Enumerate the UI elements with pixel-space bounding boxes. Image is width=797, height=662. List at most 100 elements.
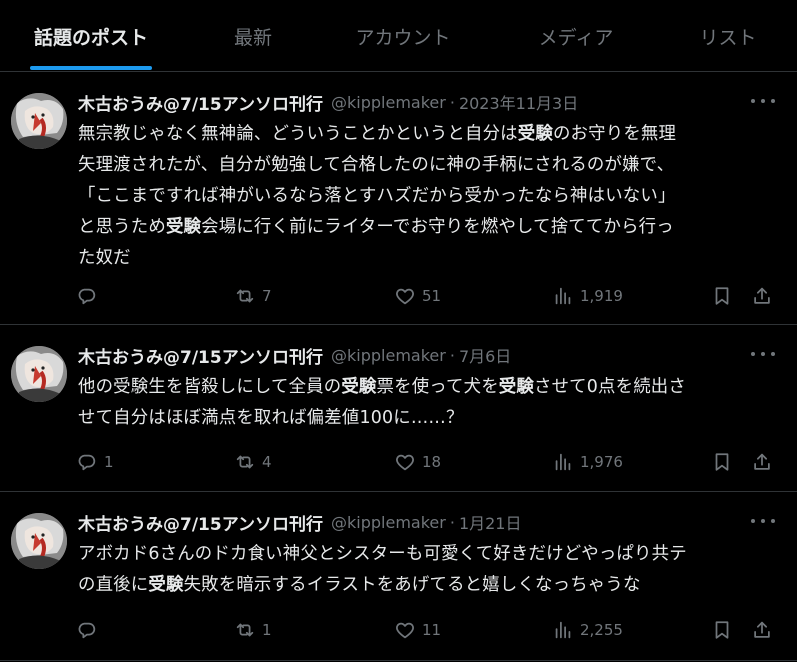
tab-people[interactable]: アカウント <box>340 0 466 72</box>
avatar-illustration <box>11 513 67 569</box>
author-handle[interactable]: @kipplemaker <box>331 513 446 532</box>
post-text: 他の受験生を皆殺しにして全員の受験票を使って犬を受験させて0点を続出さ せて自分は… <box>78 372 782 434</box>
more-icon[interactable] <box>751 91 775 111</box>
post-date[interactable]: 2023年11月3日 <box>459 90 578 114</box>
like-count: 11 <box>422 621 442 639</box>
highlighted-keyword: 受験 <box>165 217 202 237</box>
views-count: 2,255 <box>580 621 623 639</box>
more-icon[interactable] <box>751 511 775 531</box>
highlighted-keyword: 受験 <box>341 377 377 397</box>
separator-dot: · <box>449 512 455 532</box>
author-name[interactable]: 木古おうみ@7/15アンソロ刊行 <box>78 343 323 368</box>
author-handle[interactable]: @kipplemaker <box>331 346 446 365</box>
views-icon <box>555 621 571 639</box>
bookmark-button[interactable] <box>711 615 733 645</box>
post-text-line: と思うため受験会場に行く前にライターでお守りを燃やして捨ててから行っ <box>78 217 674 237</box>
reply-button[interactable]: 1 <box>76 447 114 477</box>
share-button[interactable] <box>751 615 773 645</box>
post-text-line: 他の受験生を皆殺しにして全員の受験票を使って犬を受験させて0点を続出さ <box>78 377 686 397</box>
reply-count: 1 <box>104 453 114 471</box>
views-icon <box>555 287 571 305</box>
author-name[interactable]: 木古おうみ@7/15アンソロ刊行 <box>78 510 323 535</box>
like-button[interactable]: 51 <box>394 281 441 311</box>
heart-icon <box>396 622 414 639</box>
like-button[interactable]: 18 <box>394 447 441 477</box>
views-button[interactable]: 1,919 <box>552 281 623 311</box>
post-text-line: 「ここまですれば神がいるなら落とすハズだから受かったなら神はいない」 <box>78 186 676 206</box>
repost-button[interactable]: 7 <box>234 281 272 311</box>
post-text: 無宗教じゃなく無神論、どういうことかというと自分は受験のお守りを無理 矢理渡された… <box>78 119 782 274</box>
author-name[interactable]: 木古おうみ@7/15アンソロ刊行 <box>78 90 323 115</box>
like-button[interactable]: 11 <box>394 615 441 645</box>
post-card[interactable]: 木古おうみ@7/15アンソロ刊行 @kipplemaker · 2023年11月3日無… <box>0 73 797 325</box>
bookmark-button[interactable] <box>711 281 733 311</box>
repost-icon <box>236 623 254 637</box>
tab-latest[interactable]: 最新 <box>222 0 284 72</box>
views-button[interactable]: 1,976 <box>552 447 623 477</box>
avatar[interactable] <box>11 346 67 402</box>
post-text-line: 矢理渡されたが、自分が勉強して合格したのに神の手柄にされるのが嫌で、 <box>78 155 675 175</box>
repost-count: 1 <box>262 621 272 639</box>
share-button[interactable] <box>751 447 773 477</box>
bookmark-icon <box>715 287 729 305</box>
views-icon <box>555 453 571 471</box>
post-date[interactable]: 1月21日 <box>459 510 522 534</box>
avatar-illustration <box>11 93 67 149</box>
post-text-line: た奴だ <box>78 248 131 268</box>
share-button[interactable] <box>751 281 773 311</box>
post-card[interactable]: 木古おうみ@7/15アンソロ刊行 @kipplemaker · 1月21日アボカド6さ… <box>0 493 797 661</box>
post-text-line: の直後に受験失敗を暗示するイラストをあげてると嬉しくなっちゃうな <box>78 575 641 595</box>
repost-icon <box>236 289 254 303</box>
share-icon <box>754 287 770 304</box>
separator-dot: · <box>449 92 455 112</box>
post-card[interactable]: 木古おうみ@7/15アンソロ刊行 @kipplemaker · 7月6日他の受験生を皆… <box>0 326 797 492</box>
post-actions: 1 11 2,255 <box>76 615 782 645</box>
repost-icon <box>236 455 254 469</box>
share-icon <box>754 621 770 638</box>
share-icon <box>754 453 770 470</box>
post-text-line: アボカド6さんのドカ食い神父とシスターも可愛くて好きだけどやっぱり共テ <box>78 544 687 564</box>
post-actions: 1 4 18 1,976 <box>76 447 782 477</box>
like-count: 51 <box>422 287 442 305</box>
repost-button[interactable]: 4 <box>234 447 272 477</box>
highlighted-keyword: 受験 <box>498 377 534 397</box>
repost-count: 7 <box>262 287 272 305</box>
highlighted-keyword: 受験 <box>517 124 553 144</box>
separator-dot: · <box>449 345 455 365</box>
repost-button[interactable]: 1 <box>234 615 272 645</box>
post-date[interactable]: 7月6日 <box>459 343 511 367</box>
heart-icon <box>396 454 414 471</box>
like-count: 18 <box>422 453 442 471</box>
reply-button[interactable] <box>76 615 98 645</box>
reply-icon <box>78 288 96 305</box>
tab-lists[interactable]: リスト <box>688 0 768 72</box>
reply-icon <box>78 622 96 639</box>
reply-button[interactable] <box>76 281 98 311</box>
tab-media[interactable]: メディア <box>526 0 626 72</box>
post-header: 木古おうみ@7/15アンソロ刊行 @kipplemaker · 1月21日 <box>78 509 521 535</box>
views-count: 1,919 <box>580 287 623 305</box>
reply-icon <box>78 454 96 471</box>
bookmark-icon <box>715 621 729 639</box>
post-actions: 7 51 1,919 <box>76 281 782 311</box>
highlighted-keyword: 受験 <box>148 575 184 595</box>
repost-count: 4 <box>262 453 272 471</box>
bookmark-button[interactable] <box>711 447 733 477</box>
bookmark-icon <box>715 453 729 471</box>
views-count: 1,976 <box>580 453 623 471</box>
more-icon[interactable] <box>751 344 775 364</box>
avatar[interactable] <box>11 93 67 149</box>
avatar[interactable] <box>11 513 67 569</box>
heart-icon <box>396 288 414 305</box>
search-tabs: 話題のポスト 最新 アカウント メディア リスト <box>0 0 797 72</box>
post-text: アボカド6さんのドカ食い神父とシスターも可愛くて好きだけどやっぱり共テ の直後に受… <box>78 539 782 601</box>
avatar-illustration <box>11 346 67 402</box>
author-handle[interactable]: @kipplemaker <box>331 93 446 112</box>
post-text-line: せて自分はほぼ満点を取れば偏差値100に……？ <box>78 408 464 428</box>
views-button[interactable]: 2,255 <box>552 615 623 645</box>
tab-top[interactable]: 話題のポスト <box>30 0 152 72</box>
post-text-line: 無宗教じゃなく無神論、どういうことかというと自分は受験のお守りを無理 <box>78 124 677 144</box>
post-header: 木古おうみ@7/15アンソロ刊行 @kipplemaker · 7月6日 <box>78 342 511 368</box>
active-tab-indicator <box>30 66 152 70</box>
post-header: 木古おうみ@7/15アンソロ刊行 @kipplemaker · 2023年11月3日 <box>78 89 578 115</box>
